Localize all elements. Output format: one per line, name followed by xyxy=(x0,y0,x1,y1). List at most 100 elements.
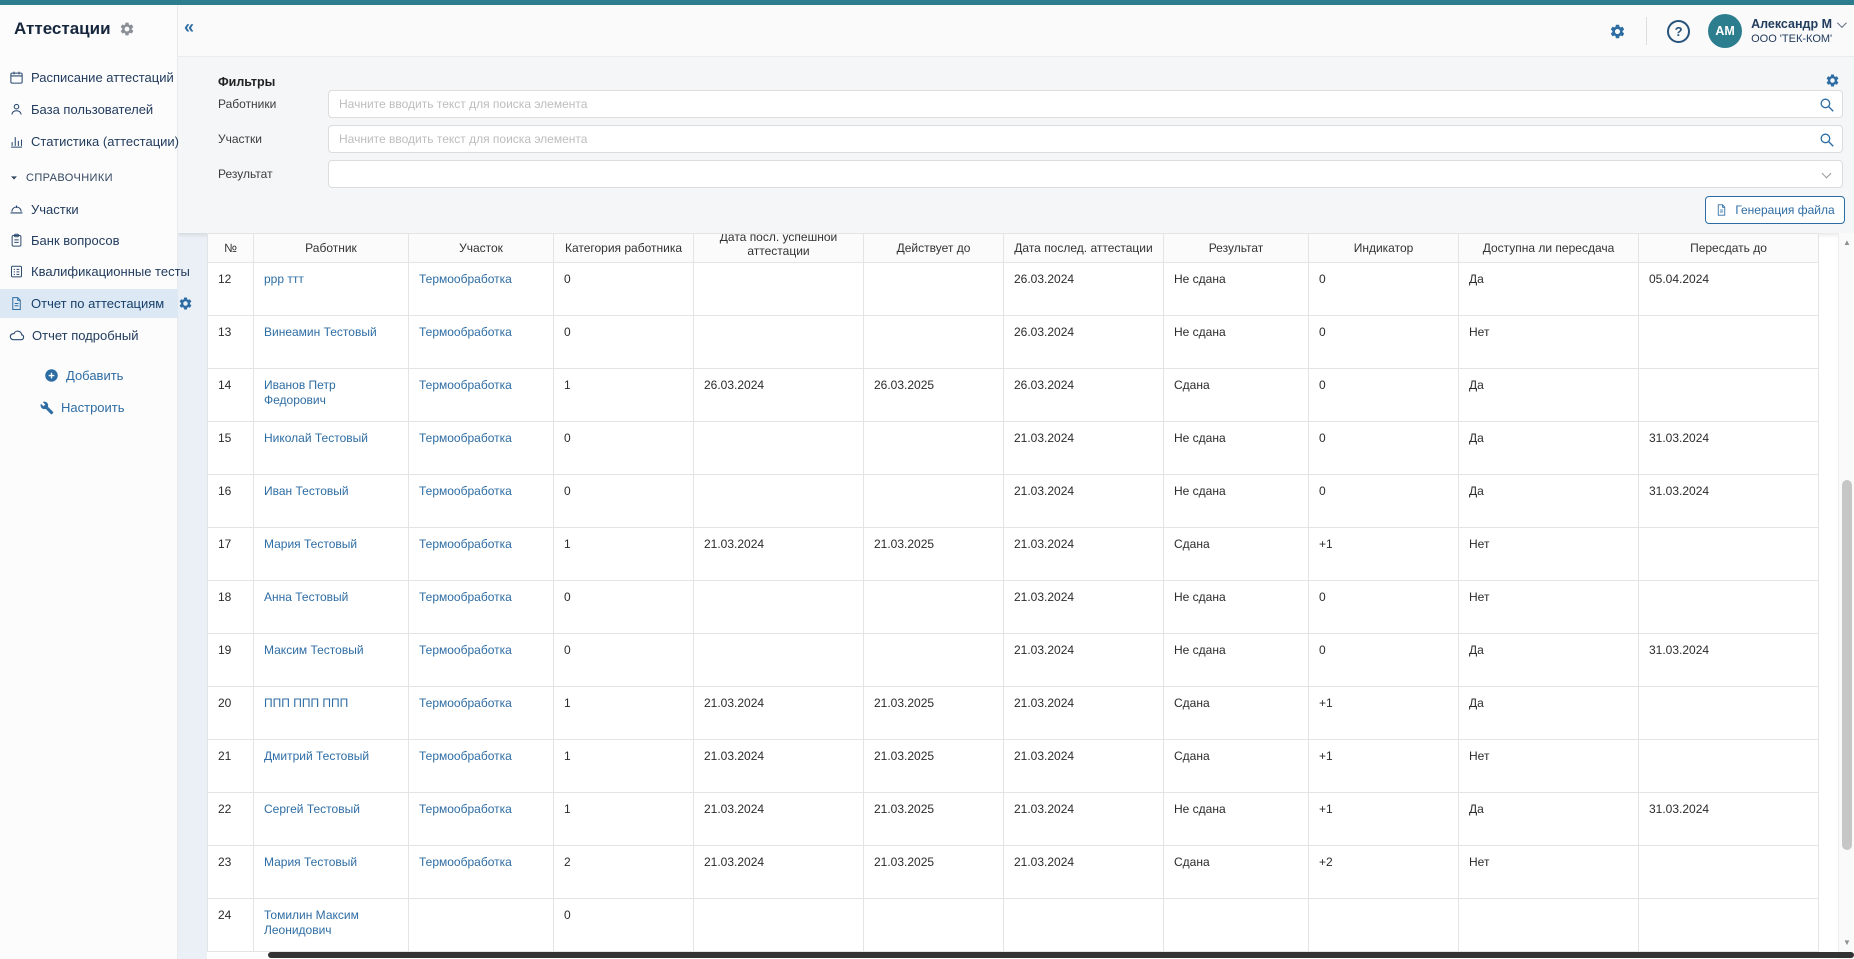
cell-sector[interactable]: Термообработка xyxy=(409,475,554,528)
cell-sector[interactable]: Термообработка xyxy=(409,634,554,687)
add-button[interactable]: Добавить xyxy=(44,368,123,383)
sidebar-item-detailed-report[interactable]: Отчет подробный xyxy=(0,321,178,349)
cell-sector[interactable]: Термообработка xyxy=(409,687,554,740)
filters-settings-gear-icon[interactable] xyxy=(1825,73,1840,88)
cell-num: 13 xyxy=(208,316,254,369)
table-row: 22Сергей ТестовыйТермообработка121.03.20… xyxy=(208,793,1819,846)
cell-last-success-date: 26.03.2024 xyxy=(694,369,864,422)
cell-worker-category: 1 xyxy=(554,528,694,581)
search-icon[interactable] xyxy=(1817,131,1835,149)
cell-worker-category: 0 xyxy=(554,581,694,634)
cell-worker[interactable]: Сергей Тестовый xyxy=(254,793,409,846)
sidebar-item-label: Банк вопросов xyxy=(31,233,120,248)
cell-worker[interactable]: Винеамин Тестовый xyxy=(254,316,409,369)
app-settings-gear-icon[interactable] xyxy=(119,21,135,37)
sidebar-group-label: СПРАВОЧНИКИ xyxy=(26,172,113,184)
cell-indicator: 0 xyxy=(1309,316,1459,369)
column-header-valid-until: Действует до xyxy=(864,234,1004,263)
cell-worker[interactable]: Мария Тестовый xyxy=(254,846,409,899)
cell-worker[interactable]: Томилин Максим Леонидович xyxy=(254,899,409,952)
help-icon[interactable]: ? xyxy=(1667,20,1690,43)
sidebar-item-statistics[interactable]: Статистика (аттестации) xyxy=(0,127,178,155)
cell-indicator: 0 xyxy=(1309,634,1459,687)
cell-worker[interactable]: Иванов Петр Федорович xyxy=(254,369,409,422)
sidebar-item-sectors[interactable]: Участки xyxy=(0,195,178,223)
table-left-margin xyxy=(178,233,207,959)
cell-last-success-date xyxy=(694,316,864,369)
header-settings-gear-icon[interactable] xyxy=(1609,23,1626,40)
scroll-down-icon[interactable]: ▼ xyxy=(1839,935,1854,951)
checklist-icon xyxy=(9,264,24,279)
cell-worker[interactable]: Николай Тестовый xyxy=(254,422,409,475)
cell-indicator: +1 xyxy=(1309,740,1459,793)
cell-worker[interactable]: Мария Тестовый xyxy=(254,528,409,581)
sidebar-item-schedule[interactable]: Расписание аттестаций xyxy=(0,63,178,91)
sidebar-item-label: Отчет подробный xyxy=(32,328,138,343)
cell-worker[interactable]: Дмитрий Тестовый xyxy=(254,740,409,793)
cell-worker-category: 1 xyxy=(554,369,694,422)
filter-row-result: Результат xyxy=(178,160,1854,188)
cell-worker-category: 0 xyxy=(554,263,694,316)
horizontal-scrollbar-thumb[interactable] xyxy=(268,952,1854,958)
cell-result: Сдана xyxy=(1164,740,1309,793)
cell-sector[interactable]: Термообработка xyxy=(409,422,554,475)
user-organization: ООО 'ТЕК-КОМ' xyxy=(1751,33,1844,45)
search-icon[interactable] xyxy=(1817,96,1835,114)
cell-retake-until: 31.03.2024 xyxy=(1639,422,1819,475)
cell-worker[interactable]: ррр ттт xyxy=(254,263,409,316)
cell-sector[interactable]: Термообработка xyxy=(409,316,554,369)
scroll-up-icon[interactable]: ▲ xyxy=(1839,235,1854,251)
workers-search-input[interactable] xyxy=(329,91,1842,117)
bar-chart-icon xyxy=(9,134,24,149)
cell-retake-available: Да xyxy=(1459,369,1639,422)
sectors-search-input[interactable] xyxy=(329,126,1842,152)
cell-indicator: +1 xyxy=(1309,793,1459,846)
sidebar-item-qualification-tests[interactable]: Квалификационные тесты xyxy=(0,257,178,285)
filter-label: Участки xyxy=(218,132,262,146)
cell-sector[interactable]: Термообработка xyxy=(409,263,554,316)
user-menu[interactable]: Александр М ООО 'ТЕК-КОМ' xyxy=(1751,17,1844,45)
calendar-icon xyxy=(9,70,24,85)
cell-worker[interactable]: Анна Тестовый xyxy=(254,581,409,634)
sidebar-item-question-bank[interactable]: Банк вопросов xyxy=(0,226,178,254)
cell-worker[interactable]: ППП ППП ППП xyxy=(254,687,409,740)
column-header-retake-until: Пересдать до xyxy=(1639,234,1819,263)
cell-num: 15 xyxy=(208,422,254,475)
cell-sector[interactable]: Термообработка xyxy=(409,846,554,899)
vertical-scrollbar-thumb[interactable] xyxy=(1842,480,1852,850)
cell-last-attestation-date: 26.03.2024 xyxy=(1004,369,1164,422)
cell-worker[interactable]: Максим Тестовый xyxy=(254,634,409,687)
cell-indicator: +2 xyxy=(1309,846,1459,899)
sidebar-collapse-button[interactable]: « xyxy=(184,17,194,38)
cell-worker[interactable]: Иван Тестовый xyxy=(254,475,409,528)
sidebar-item-attestation-report[interactable]: Отчет по аттестациям xyxy=(0,289,178,318)
cell-retake-available: Нет xyxy=(1459,740,1639,793)
sidebar-item-user-base[interactable]: База пользователей xyxy=(0,95,178,123)
report-settings-gear-icon[interactable] xyxy=(178,296,193,311)
cell-retake-until xyxy=(1639,316,1819,369)
cell-sector[interactable]: Термообработка xyxy=(409,528,554,581)
add-button-label: Добавить xyxy=(66,368,123,383)
cell-sector[interactable]: Термообработка xyxy=(409,581,554,634)
cell-retake-until xyxy=(1639,528,1819,581)
cell-retake-available: Нет xyxy=(1459,316,1639,369)
sidebar-item-label: Статистика (аттестации) xyxy=(31,134,179,149)
cell-retake-available: Нет xyxy=(1459,528,1639,581)
cell-indicator: 0 xyxy=(1309,369,1459,422)
table-row: 20ППП ППП ПППТермообработка121.03.202421… xyxy=(208,687,1819,740)
column-header-result: Результат xyxy=(1164,234,1309,263)
generate-file-button[interactable]: Генерация файла xyxy=(1705,196,1845,224)
cell-last-success-date xyxy=(694,475,864,528)
cell-sector[interactable]: Термообработка xyxy=(409,369,554,422)
avatar[interactable]: АМ xyxy=(1708,14,1742,48)
cell-sector[interactable]: Термообработка xyxy=(409,793,554,846)
cell-last-attestation-date: 21.03.2024 xyxy=(1004,422,1164,475)
cell-last-success-date xyxy=(694,422,864,475)
cell-result: Сдана xyxy=(1164,687,1309,740)
cell-sector[interactable]: Термообработка xyxy=(409,740,554,793)
result-select[interactable] xyxy=(328,160,1843,188)
sidebar-group-directories[interactable]: СПРАВОЧНИКИ xyxy=(0,164,178,192)
configure-button[interactable]: Настроить xyxy=(40,400,125,415)
vertical-scrollbar[interactable]: ▲ ▼ xyxy=(1838,233,1854,959)
sidebar-item-label: Отчет по аттестациям xyxy=(31,296,164,311)
